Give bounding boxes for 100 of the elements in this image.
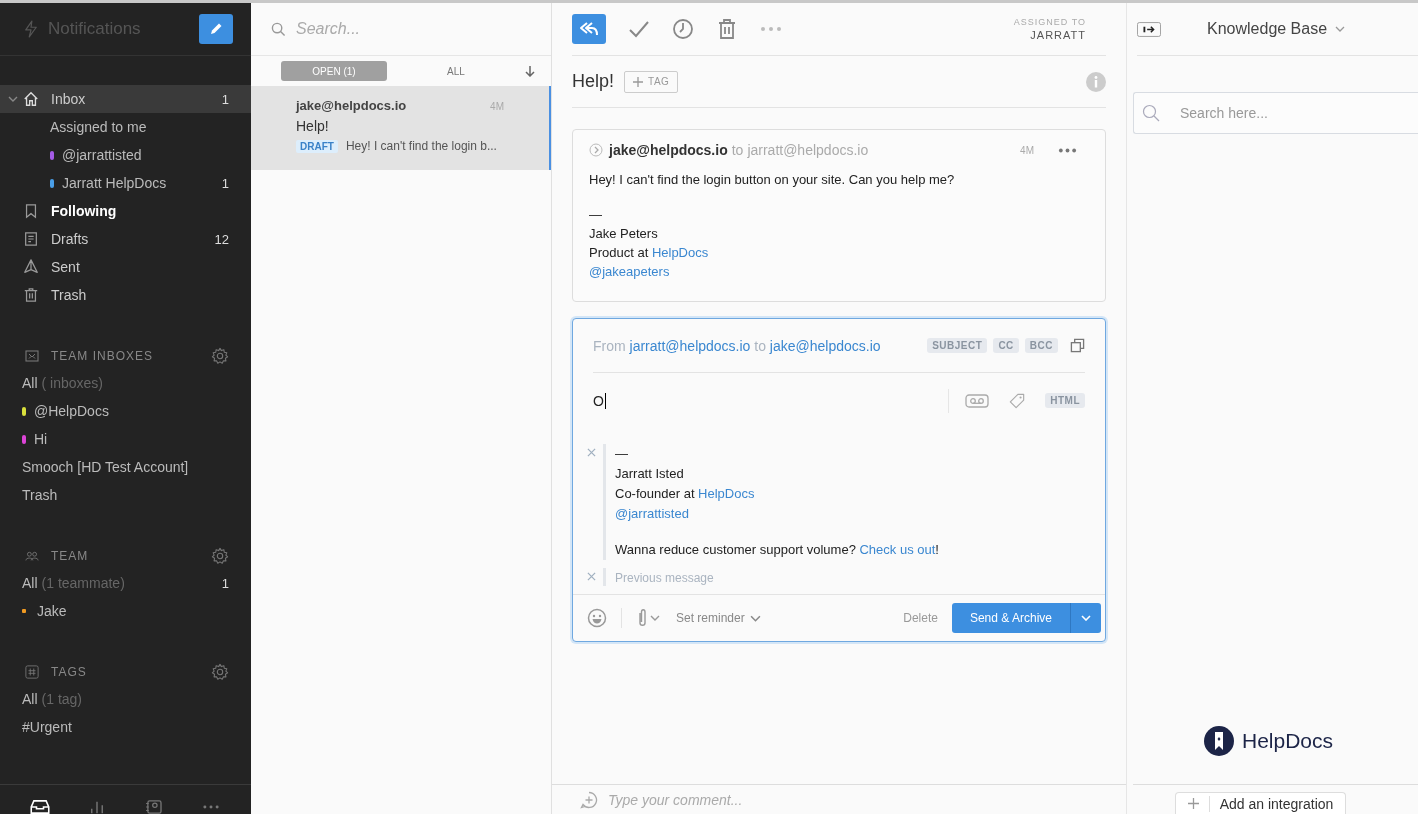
clock-icon[interactable] — [672, 18, 694, 40]
chevron-right-icon[interactable] — [589, 143, 603, 157]
paper-plane-icon — [23, 259, 39, 275]
nav-label: Following — [51, 203, 118, 219]
sidebar-item[interactable]: All (1 tag) — [0, 685, 251, 713]
caret-icon — [1081, 615, 1091, 621]
item-label: Hi — [34, 431, 48, 447]
compose-button[interactable] — [199, 14, 233, 44]
sidebar-item[interactable]: Jake — [0, 597, 251, 625]
draft-badge: DRAFT — [296, 139, 338, 153]
sidebar-item[interactable]: All ( inboxes) — [0, 369, 251, 397]
body-text: Hey! I can't find the login button on your site. Can you help me? — [589, 171, 956, 189]
paperclip-icon[interactable] — [636, 608, 662, 628]
comment-plus-icon — [580, 790, 598, 809]
to-label: to — [731, 142, 744, 158]
signature-text: Wanna reduce customer support volume? Check us out! — [615, 541, 939, 559]
search-field[interactable]: Search here... — [1133, 92, 1418, 134]
subject-label: Help! — [296, 118, 330, 134]
add-integration-button[interactable]: Add an integration — [1174, 792, 1347, 814]
sidebar-item[interactable]: All (1 teammate) 1 — [0, 569, 251, 597]
link[interactable]: jake@helpdocs.io — [769, 337, 881, 354]
section-title: TAGS — [51, 665, 88, 679]
send-options-button[interactable] — [1070, 603, 1101, 633]
item-label: All — [22, 575, 38, 591]
recipient-email: jarratt@helpdocs.io — [747, 142, 869, 158]
nav-item[interactable]: Assigned to me — [0, 113, 251, 141]
settings-icon[interactable] — [211, 547, 229, 565]
assignee-name[interactable]: JARRATT — [1030, 29, 1086, 41]
trash-icon[interactable] — [716, 18, 738, 40]
nav-item[interactable]: Drafts 12 — [0, 225, 251, 253]
more-icon[interactable] — [760, 26, 782, 32]
logo-icon — [1203, 726, 1234, 756]
item-note: ( inboxes) — [41, 375, 105, 391]
close-icon[interactable] — [587, 448, 596, 457]
nav-item[interactable]: Inbox 1 — [0, 85, 251, 113]
item-note: (1 teammate) — [41, 575, 126, 591]
document-icon — [23, 231, 39, 247]
sidebar-item[interactable]: Trash — [0, 481, 251, 509]
comment-field[interactable]: Type your comment... — [606, 790, 1010, 809]
sidebar-item[interactable]: @HelpDocs — [0, 397, 251, 425]
nav-label: Drafts — [51, 231, 90, 247]
down-arrow-icon[interactable] — [525, 65, 535, 77]
signature-text: Jarratt Isted — [615, 465, 685, 483]
reply-all-button[interactable] — [572, 14, 606, 44]
nav-label: Inbox — [51, 91, 87, 107]
link[interactable]: jarratt@helpdocs.io — [629, 337, 751, 354]
link[interactable]: @jarrattisted — [615, 506, 689, 521]
envelope-icon — [25, 349, 39, 363]
caret-icon — [749, 614, 761, 622]
bookmark-icon — [23, 203, 39, 219]
collapse-panel-icon[interactable] — [1137, 21, 1161, 37]
sender-email: jake@helpdocs.io — [609, 142, 728, 158]
chevron-down-icon[interactable] — [8, 96, 18, 102]
count-label: 1 — [221, 91, 229, 107]
conversation-item[interactable]: jake@helpdocs.io 4M Help! DRAFT Hey! I can't find the login b... — [251, 86, 551, 170]
sidebar-item[interactable]: Smooch [HD Test Account] — [0, 453, 251, 481]
count-label: 1 — [221, 175, 229, 191]
trash-icon — [23, 287, 39, 303]
plus-icon — [633, 76, 644, 87]
nav-label: Trash — [51, 287, 88, 303]
search-icon — [1142, 104, 1160, 122]
item-label: All — [22, 691, 38, 707]
filter-tab[interactable]: ALL — [403, 61, 509, 81]
link[interactable]: HelpDocs — [651, 245, 709, 260]
nav-item[interactable]: Jarratt HelpDocs 1 — [0, 169, 251, 197]
more-icon[interactable] — [1058, 147, 1077, 153]
settings-icon[interactable] — [211, 663, 229, 681]
search-field[interactable]: Search... — [294, 19, 498, 39]
nav-item[interactable]: @jarrattisted — [0, 141, 251, 169]
from-line: From jarratt@helpdocs.io to jake@helpdocs.io — [593, 337, 882, 354]
count-label: 12 — [214, 231, 229, 247]
nav-label: Sent — [51, 259, 81, 275]
nav-label: Jarratt HelpDocs — [62, 175, 168, 191]
search-icon — [271, 21, 286, 37]
item-label: @HelpDocs — [34, 403, 109, 419]
smiley-icon[interactable] — [587, 608, 607, 628]
item-label: Smooch [HD Test Account] — [22, 459, 189, 475]
section-title: TEAM — [51, 549, 90, 563]
reply-all-icon — [579, 22, 599, 36]
knowledge-base-dropdown[interactable]: Knowledge Base — [1207, 20, 1346, 38]
nav-label: Assigned to me — [50, 119, 148, 135]
reply-text-field[interactable]: O — [593, 388, 949, 413]
voicemail-icon[interactable] — [965, 392, 990, 409]
sidebar-item[interactable]: Hi — [0, 425, 251, 453]
close-icon[interactable] — [587, 572, 596, 581]
link[interactable]: HelpDocs — [698, 486, 755, 501]
nav-item[interactable]: Sent — [0, 253, 251, 281]
item-label: #Urgent — [22, 719, 72, 735]
sender-label: jake@helpdocs.io — [296, 98, 407, 113]
settings-icon[interactable] — [211, 347, 229, 365]
copy-icon[interactable] — [1070, 338, 1085, 353]
nav-item[interactable]: Following — [0, 197, 251, 225]
conversation-title: Help! — [572, 71, 615, 92]
sidebar-item[interactable]: #Urgent — [0, 713, 251, 741]
lightning-icon — [24, 20, 38, 38]
body-text: Jake Peters — [589, 225, 659, 243]
nav-item[interactable]: Trash — [0, 281, 251, 309]
inbox-tray-icon[interactable] — [29, 800, 52, 814]
link[interactable]: @jakeapeters — [589, 264, 670, 279]
set-reminder-dropdown[interactable]: Set reminder — [676, 611, 761, 625]
